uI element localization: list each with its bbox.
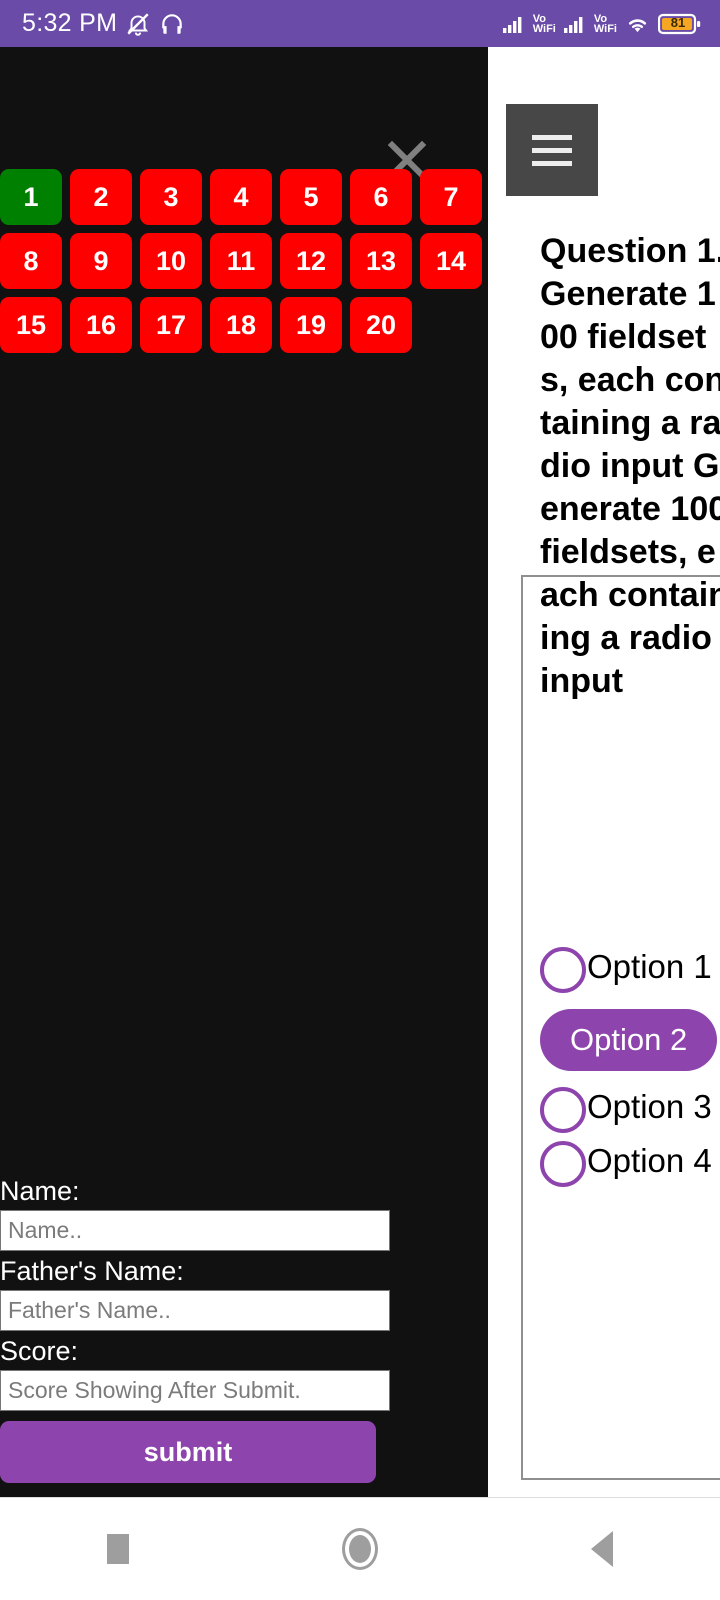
option-selected-pill[interactable]: Option 2 — [540, 1009, 718, 1071]
status-bar: 5:32 PM Vo WiFi Vo WiFi 81 — [0, 0, 720, 47]
bell-muted-icon — [125, 11, 151, 37]
option-label: Option 4 — [587, 1142, 712, 1179]
app-content: 1234567891011121314151617181920 Name: Fa… — [0, 47, 720, 1497]
home-circle-icon[interactable] — [341, 1528, 378, 1570]
hamburger-menu-icon[interactable] — [506, 104, 598, 196]
menu-line-1 — [532, 134, 572, 140]
question-number-button[interactable]: 20 — [350, 297, 412, 353]
radio-button-icon[interactable] — [540, 947, 586, 993]
option-row[interactable]: Option 4 — [540, 1139, 720, 1187]
question-panel: Question 1. Generate 100 fieldsets, each… — [488, 47, 720, 1497]
quiz-navigator-panel: 1234567891011121314151617181920 Name: Fa… — [0, 47, 488, 1497]
option-row[interactable]: Option 3 — [540, 1085, 720, 1133]
battery-icon: 81 — [658, 12, 702, 36]
menu-line-2 — [532, 147, 572, 153]
score-label: Score: — [0, 1336, 79, 1366]
question-number-button[interactable]: 6 — [350, 169, 412, 225]
fathers-name-label: Father's Name: — [0, 1256, 184, 1286]
vowifi-label-2: Vo WiFi — [593, 12, 617, 35]
status-time: 5:32 PM — [22, 9, 118, 37]
wifi-text-2: WiFi — [593, 22, 617, 35]
signal-bars-icon-2 — [563, 14, 587, 34]
option-label: Option 3 — [587, 1088, 712, 1125]
android-nav-bar — [0, 1497, 720, 1600]
signal-bars-icon-1 — [502, 14, 526, 34]
status-bar-right: Vo WiFi Vo WiFi 81 — [502, 12, 702, 36]
radio-button-icon[interactable] — [540, 1141, 586, 1187]
score-input[interactable] — [0, 1370, 390, 1411]
question-number-button[interactable]: 4 — [210, 169, 272, 225]
vo-text-1: Vo — [532, 12, 546, 25]
menu-line-3 — [532, 160, 572, 166]
question-number-button[interactable]: 16 — [70, 297, 132, 353]
question-number-button[interactable]: 2 — [70, 169, 132, 225]
question-number-button[interactable]: 13 — [350, 233, 412, 289]
question-number-button[interactable]: 17 — [140, 297, 202, 353]
question-number-button[interactable]: 5 — [280, 169, 342, 225]
radio-button-icon[interactable] — [540, 1087, 586, 1133]
question-number-button[interactable]: 7 — [420, 169, 482, 225]
phone-screen: 5:32 PM Vo WiFi Vo WiFi 81 1 2 3 4 5 6 7… — [0, 0, 720, 1600]
question-number-button[interactable]: 9 — [70, 233, 132, 289]
vowifi-label-1: Vo WiFi — [532, 12, 556, 35]
question-number-button[interactable]: 3 — [140, 169, 202, 225]
question-number-grid: 1 2 3 4 5 6 7 8 9 10 11 12 13 14 15 16 17 18 19 20 — [0, 169, 490, 353]
question-number-button[interactable]: 10 — [140, 233, 202, 289]
option-row[interactable]: Option 1 — [540, 945, 720, 993]
headphones-icon — [159, 11, 185, 37]
recents-square-icon[interactable] — [106, 1534, 129, 1564]
battery-level-text: 81 — [670, 14, 686, 30]
question-number-button[interactable]: 19 — [280, 297, 342, 353]
question-number-button[interactable]: 14 — [420, 233, 482, 289]
question-number-button[interactable]: 11 — [210, 233, 272, 289]
name-input[interactable] — [0, 1210, 390, 1251]
option-label: Option 1 — [587, 948, 712, 985]
wifi-icon — [624, 13, 651, 35]
question-number-button[interactable]: 12 — [280, 233, 342, 289]
fathers-name-input[interactable] — [0, 1290, 390, 1331]
status-bar-left: 5:32 PM — [22, 9, 185, 38]
back-triangle-icon[interactable] — [591, 1531, 614, 1567]
wifi-text-1: WiFi — [532, 22, 556, 35]
question-number-button[interactable]: 1 — [0, 169, 62, 225]
options-list: Option 1 Option 2 Option 3 Option 4 — [540, 945, 720, 1193]
question-number-button[interactable]: 18 — [210, 297, 272, 353]
student-form: Name: Father's Name: Score: submit — [0, 1171, 392, 1483]
question-number-button[interactable]: 8 — [0, 233, 62, 289]
name-label: Name: — [0, 1176, 80, 1206]
submit-button[interactable]: submit — [0, 1421, 376, 1483]
question-number-button[interactable]: 15 — [0, 297, 62, 353]
vo-text-2: Vo — [593, 12, 608, 25]
